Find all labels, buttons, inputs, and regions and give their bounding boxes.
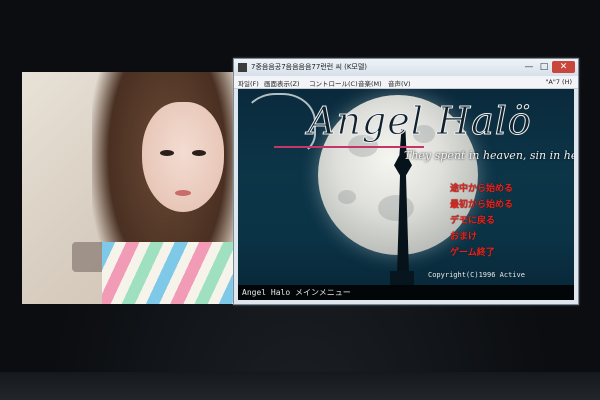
copyright-text: Copyright(C)1996 Active xyxy=(428,271,525,279)
person-right-eye xyxy=(192,150,206,156)
menu-voice[interactable]: 音声(V) xyxy=(388,78,411,88)
webcam-video-window[interactable] xyxy=(22,72,252,304)
status-text: Angel Halo メインメニュー xyxy=(242,288,351,297)
window-titlebar[interactable]: 7중음음공7음음음음77런런 씨 (K모델) — □ ✕ xyxy=(234,59,578,76)
app-icon[interactable] xyxy=(238,63,247,72)
person-left-eye xyxy=(160,150,174,156)
person-shirt xyxy=(102,242,252,304)
person-lips xyxy=(175,190,191,196)
menu-option-quit[interactable]: ゲーム終了 xyxy=(450,245,495,258)
game-logo: Angel Halö xyxy=(308,99,532,144)
game-status-bar: Angel Halo メインメニュー xyxy=(238,285,574,300)
close-button[interactable]: ✕ xyxy=(552,61,575,73)
monitor-bezel xyxy=(0,372,600,400)
menu-option-extras[interactable]: おまけ xyxy=(450,229,477,242)
maximize-button[interactable]: □ xyxy=(537,61,551,73)
menu-option-new-game[interactable]: 最初から始める xyxy=(450,197,513,210)
menu-music[interactable]: 音楽(M) xyxy=(358,78,382,88)
menu-help[interactable]: "A"7 (H) xyxy=(545,78,572,86)
menu-file[interactable]: 파일(F) xyxy=(238,78,259,88)
menu-control[interactable]: コントロール(C) xyxy=(309,78,358,88)
menu-option-demo[interactable]: デモに戻る xyxy=(450,213,495,226)
menu-display[interactable]: 画面表示(Z) xyxy=(264,78,300,88)
menu-option-continue[interactable]: 途中から始める xyxy=(450,181,513,194)
game-subtitle: They spent in heaven, sin in hell. xyxy=(404,149,574,162)
logo-underline xyxy=(274,146,424,148)
game-screen[interactable]: Angel Halö They spent in heaven, sin in … xyxy=(238,89,574,300)
minimize-button[interactable]: — xyxy=(522,61,536,73)
menubar: 파일(F) 画面表示(Z) コントロール(C) 音楽(M) 音声(V) "A"7… xyxy=(234,76,578,89)
window-title: 7중음음공7음음음음77런런 씨 (K모델) xyxy=(251,63,368,71)
game-window[interactable]: 7중음음공7음음음음77런런 씨 (K모델) — □ ✕ 파일(F) 画面表示(… xyxy=(233,58,579,305)
